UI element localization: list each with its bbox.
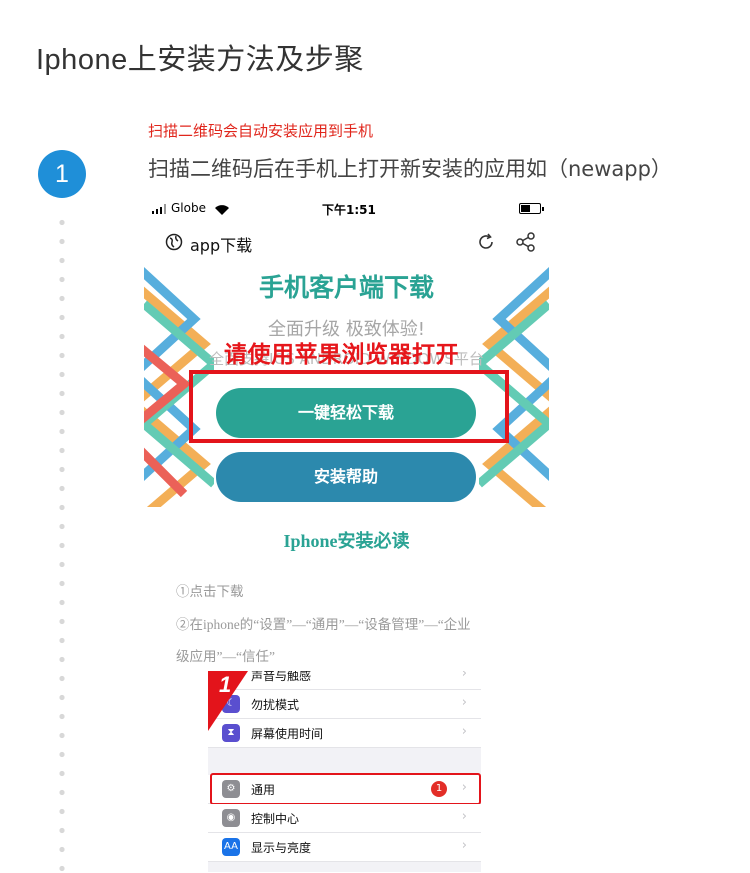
step-note: 扫描二维码会自动安装应用到手机 (148, 122, 374, 140)
settings-row-label: 屏幕使用时间 (251, 727, 324, 741)
settings-row-sound: 声音与触感 › (208, 671, 481, 690)
guide-step-2-cont: 级应用”—“信任” (176, 649, 275, 664)
page-title: Iphone上安装方法及步聚 (36, 44, 364, 76)
settings-row-screen-time: ⧗ 屏幕使用时间 › (208, 719, 481, 748)
chevron-right-icon: › (461, 809, 467, 824)
settings-row-label: 控制中心 (251, 812, 300, 826)
chevron-right-icon: › (461, 671, 467, 681)
download-banner: 手机客户端下载 全面升级 极致体验! 全面支持IOS ANDROID WINDO… (144, 264, 549, 507)
banner-title: 手机客户端下载 (258, 273, 434, 302)
settings-row-display: AA 显示与亮度 › (208, 833, 481, 862)
settings-row-label: 声音与触感 (251, 671, 312, 683)
wifi-icon (214, 201, 230, 220)
timeline-dots (59, 213, 65, 873)
brightness-icon: AA (222, 838, 240, 856)
toggle-icon: ◉ (222, 809, 240, 827)
refresh-icon[interactable] (476, 232, 496, 256)
step-number-badge: 1 (38, 150, 86, 198)
guide-step-1: ①点击下载 (176, 584, 244, 599)
settings-row-label: 勿扰模式 (251, 698, 300, 712)
battery-icon (519, 203, 544, 214)
settings-row-control-center: ◉ 控制中心 › (208, 804, 481, 833)
phone-screenshot: Globe 下午1:51 app下载 手机客户端下载 全面升级 极致体验! 全面… (144, 196, 549, 872)
chevron-right-icon: › (461, 695, 467, 710)
carrier-name: Globe (171, 201, 206, 215)
nav-title: app下载 (190, 236, 253, 255)
general-highlight-box (210, 773, 481, 805)
status-time: 下午1:51 (322, 203, 376, 217)
signal-icon (152, 204, 168, 214)
highlight-box (189, 370, 509, 443)
guide-title: Iphone安装必读 (283, 531, 410, 551)
settings-row-label: 显示与亮度 (251, 841, 312, 855)
settings-screenshot: 声音与触感 › ☾ 勿扰模式 › ⧗ 屏幕使用时间 › ⚙ 通用 1 › ◉ 控… (208, 671, 481, 872)
chevron-right-icon: › (461, 838, 467, 853)
step-title: 扫描二维码后在手机上打开新安装的应用如（newapp） (148, 157, 672, 181)
open-in-safari-notice: 请使用苹果浏览器打开 (224, 342, 459, 368)
status-bar: Globe 下午1:51 (144, 196, 549, 222)
globe-icon (165, 233, 183, 255)
share-icon[interactable] (515, 231, 537, 257)
chevron-right-icon: › (461, 724, 467, 739)
install-help-button[interactable]: 安装帮助 (216, 452, 476, 502)
corner-step-number: 1 (219, 672, 232, 697)
settings-row-dnd: ☾ 勿扰模式 › (208, 690, 481, 719)
browser-nav-bar: app下载 (144, 222, 549, 264)
guide-step-2: ②在iphone的“设置”—“通用”—“设备管理”—“企业 (176, 617, 471, 632)
